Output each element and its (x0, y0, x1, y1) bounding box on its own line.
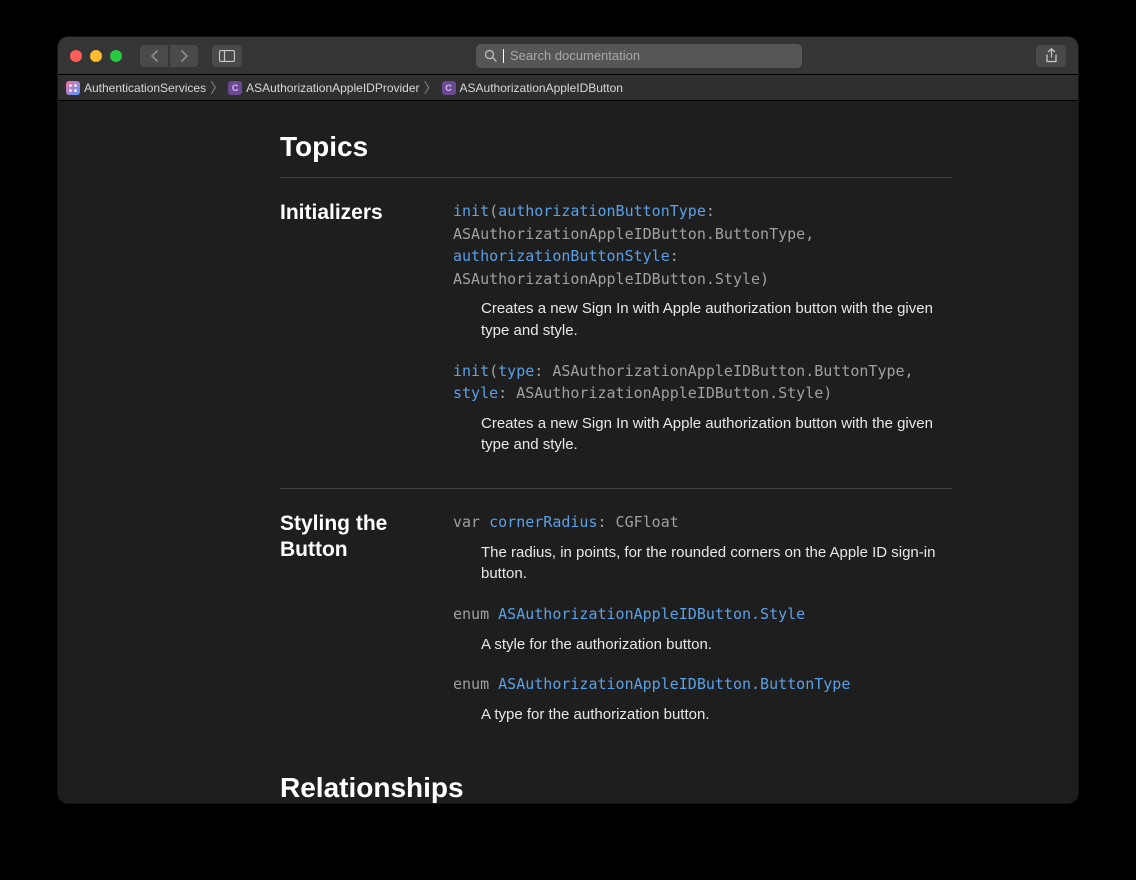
forward-button[interactable] (170, 45, 198, 67)
window-controls (70, 50, 122, 62)
divider (280, 177, 952, 178)
search-icon (484, 49, 497, 62)
minimize-button[interactable] (90, 50, 102, 62)
breadcrumb-item[interactable]: AuthenticationServices (84, 81, 206, 95)
section-initializers: Initializers init(authorizationButtonTyp… (280, 200, 952, 474)
symbol-link[interactable]: init (453, 202, 489, 220)
breadcrumb-item[interactable]: ASAuthorizationAppleIDProvider (246, 81, 419, 95)
section-title: Styling the Button (280, 511, 453, 744)
chevron-left-icon (150, 50, 159, 62)
breadcrumb-item[interactable]: ASAuthorizationAppleIDButton (460, 81, 623, 95)
content-area: Topics Initializers init(authorizationBu… (58, 101, 1078, 803)
titlebar (58, 37, 1078, 75)
param-link[interactable]: type (498, 362, 534, 380)
description: Creates a new Sign In with Apple authori… (481, 413, 952, 457)
description: The radius, in points, for the rounded c… (481, 542, 952, 586)
breadcrumb: AuthenticationServices 〉 C ASAuthorizati… (58, 75, 1078, 101)
description: A type for the authorization button. (481, 704, 952, 726)
description: A style for the authorization button. (481, 634, 952, 656)
documentation-window: AuthenticationServices 〉 C ASAuthorizati… (58, 37, 1078, 803)
divider (280, 488, 952, 489)
declaration[interactable]: init(authorizationButtonType: ASAuthoriz… (453, 200, 952, 290)
share-icon (1045, 48, 1058, 64)
text-cursor (503, 49, 504, 63)
breadcrumb-separator: 〉 (210, 78, 224, 98)
framework-icon (66, 81, 80, 95)
search-wrap (250, 44, 1028, 68)
section-styling: Styling the Button var cornerRadius: CGF… (280, 511, 952, 744)
declaration[interactable]: enum ASAuthorizationAppleIDButton.Button… (453, 673, 952, 696)
breadcrumb-separator: 〉 (424, 78, 438, 98)
description: Creates a new Sign In with Apple authori… (481, 298, 952, 342)
search-input[interactable] (510, 48, 794, 63)
class-icon: C (228, 81, 242, 95)
section-title: Initializers (280, 200, 453, 474)
chevron-right-icon (180, 50, 189, 62)
share-button[interactable] (1036, 45, 1066, 67)
param-link[interactable]: authorizationButtonStyle (453, 247, 670, 265)
declaration[interactable]: enum ASAuthorizationAppleIDButton.Style (453, 603, 952, 626)
declaration[interactable]: var cornerRadius: CGFloat (453, 511, 952, 534)
symbol-link[interactable]: init (453, 362, 489, 380)
nav-group (140, 45, 198, 67)
search-field[interactable] (476, 44, 802, 68)
symbol-link[interactable]: ASAuthorizationAppleIDButton.ButtonType (498, 675, 850, 693)
symbol-link[interactable]: cornerRadius (489, 513, 597, 531)
class-icon: C (442, 81, 456, 95)
close-button[interactable] (70, 50, 82, 62)
sidebar-toggle-button[interactable] (212, 45, 242, 67)
param-link[interactable]: authorizationButtonType (498, 202, 706, 220)
symbol-link[interactable]: ASAuthorizationAppleIDButton.Style (498, 605, 805, 623)
relationships-heading: Relationships (280, 772, 952, 804)
zoom-button[interactable] (110, 50, 122, 62)
sidebar-icon (219, 50, 235, 62)
declaration[interactable]: init(type: ASAuthorizationAppleIDButton.… (453, 360, 952, 405)
topics-heading: Topics (280, 131, 952, 163)
back-button[interactable] (140, 45, 168, 67)
param-link[interactable]: style (453, 384, 498, 402)
